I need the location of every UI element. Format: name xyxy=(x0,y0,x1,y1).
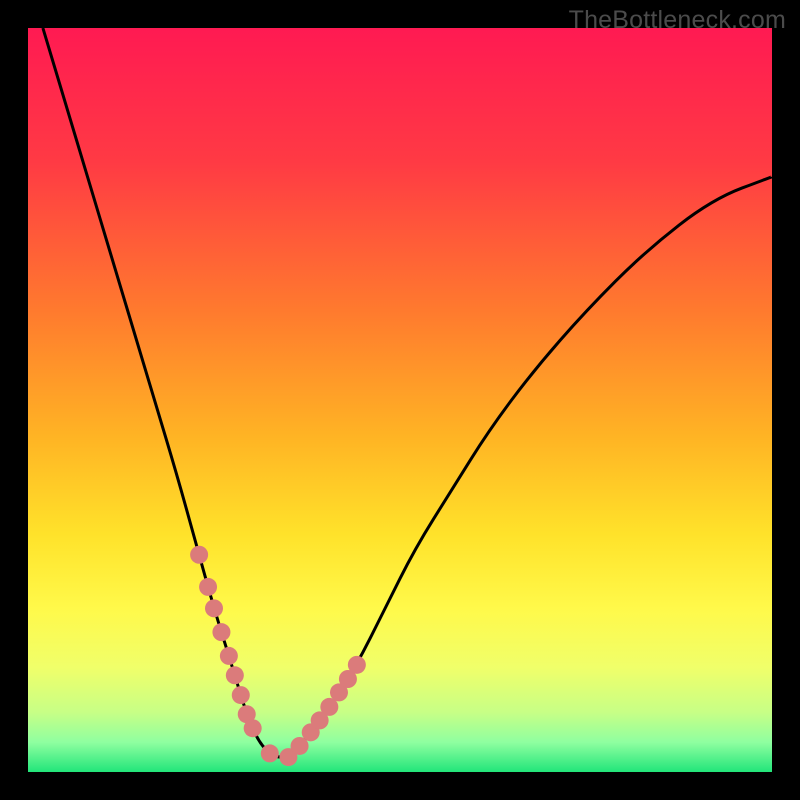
curve-marker xyxy=(220,647,238,665)
curve-marker xyxy=(232,686,250,704)
curve-marker xyxy=(212,623,230,641)
chart-svg xyxy=(28,28,772,772)
curve-marker xyxy=(205,599,223,617)
curve-markers-group xyxy=(190,546,366,766)
chart-frame: TheBottleneck.com xyxy=(0,0,800,800)
curve-marker xyxy=(244,719,262,737)
curve-marker xyxy=(348,656,366,674)
curve-marker xyxy=(199,578,217,596)
curve-marker xyxy=(190,546,208,564)
curve-marker xyxy=(261,744,279,762)
chart-plot-area xyxy=(28,28,772,772)
curve-marker xyxy=(226,666,244,684)
bottleneck-curve xyxy=(43,28,772,757)
